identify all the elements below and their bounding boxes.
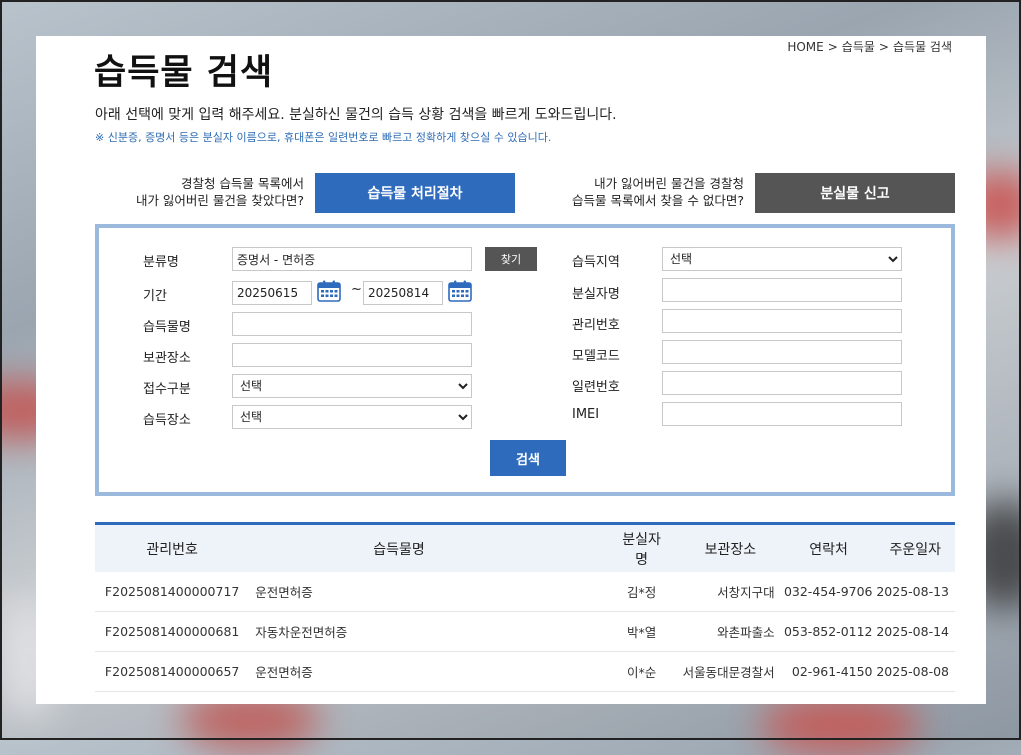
serial-number-label: 일련번호 [572, 380, 620, 395]
found-guide-text: 경찰청 습득물 목록에서 내가 잃어버린 물건을 찾았다면? [116, 175, 304, 209]
date-range-tilde: ~ [351, 282, 362, 297]
found-guide-line1: 경찰청 습득물 목록에서 [181, 176, 304, 191]
found-date-cell: 2025-08-14 [872, 611, 955, 652]
page-title: 습득물 검색 [94, 53, 274, 93]
contact-cell: 053-852-0112 [774, 611, 873, 652]
column-header: 주운일자 [889, 541, 941, 558]
management-number-cell[interactable]: F2025081400000657 [95, 651, 250, 692]
period-label: 기간 [143, 289, 167, 304]
table-row[interactable]: F2025081400000657 운전면허증 이*순 서울동대문경찰서 02-… [95, 651, 955, 692]
item-name-label: 습득물명 [143, 320, 191, 335]
item-name-cell[interactable]: 운전면허증 [249, 572, 617, 612]
loser-name-cell: 김*정 [616, 572, 667, 612]
breadcrumb-level2[interactable]: 습득물 검색 [893, 40, 952, 54]
reception-type-label: 접수구분 [143, 382, 191, 397]
breadcrumb-separator: > [827, 40, 838, 54]
storage-input[interactable] [232, 343, 472, 367]
breadcrumb-level1[interactable]: 습득물 [842, 40, 875, 54]
column-header: 보관장소 [704, 541, 757, 558]
breadcrumb: HOME > 습득물 > 습득물 검색 [785, 38, 954, 55]
calendar-icon[interactable] [317, 280, 341, 302]
breadcrumb-home[interactable]: HOME [787, 40, 823, 54]
search-button[interactable]: 검색 [490, 440, 566, 476]
column-header: 연락처 [809, 541, 848, 558]
found-place-select[interactable]: 선택 [232, 405, 472, 429]
category-input[interactable] [232, 247, 472, 271]
management-number-label: 관리번호 [572, 318, 620, 333]
item-name-input[interactable] [232, 312, 472, 336]
calendar-icon[interactable] [448, 280, 472, 302]
lost-guide-text: 내가 잃어버린 물건을 경찰청 습득물 목록에서 찾을 수 없다면? [536, 175, 744, 209]
bg-shape [760, 695, 920, 755]
region-select[interactable]: 선택 [662, 247, 902, 271]
results-table: 관리번호 습득물명 분실자명 보관장소 연락처 주운일자 F2025081400… [95, 522, 955, 692]
breadcrumb-separator: > [878, 40, 889, 54]
imei-label: IMEI [572, 407, 600, 422]
main-panel: HOME > 습득물 > 습득물 검색 습득물 검색 아래 선택에 맞게 입력 해주세요… [36, 36, 986, 704]
column-header: 습득물명 [373, 541, 425, 558]
imei-input[interactable] [662, 402, 902, 426]
loser-name-input[interactable] [662, 278, 902, 302]
date-to-input[interactable] [363, 281, 443, 305]
serial-number-input[interactable] [662, 371, 902, 395]
storage-label: 보관장소 [143, 351, 191, 366]
table-row[interactable]: F2025081400000717 운전면허증 김*정 서창지구대 032-45… [95, 572, 955, 612]
loser-name-cell: 박*열 [616, 611, 667, 652]
region-label: 습득지역 [572, 255, 620, 270]
found-guide-line2: 내가 잃어버린 물건을 찾았다면? [135, 193, 304, 208]
date-from-input[interactable] [232, 281, 312, 305]
item-name-cell[interactable]: 자동차운전면허증 [249, 611, 617, 652]
management-number-input[interactable] [662, 309, 902, 333]
category-label: 분류명 [143, 255, 179, 270]
table-row[interactable]: F2025081400000681 자동차운전면허증 박*열 와촌파출소 053… [95, 611, 955, 652]
found-procedure-button[interactable]: 습득물 처리절차 [315, 173, 515, 213]
lost-guide-line1: 내가 잃어버린 물건을 경찰청 [594, 176, 744, 191]
search-form: 분류명 찾기 기간 ~ 습득물명 보관장소 접수구분 선택 [95, 224, 955, 496]
management-number-cell[interactable]: F2025081400000717 [95, 572, 250, 612]
loser-name-label: 분실자명 [572, 287, 620, 302]
table-header-row: 관리번호 습득물명 분실자명 보관장소 연락처 주운일자 [95, 523, 955, 572]
lost-report-button[interactable]: 분실물 신고 [755, 173, 955, 213]
lost-guide-line2: 습득물 목록에서 찾을 수 없다면? [571, 193, 744, 208]
found-date-cell: 2025-08-13 [872, 572, 955, 612]
management-number-cell[interactable]: F2025081400000681 [95, 611, 250, 652]
item-name-cell[interactable]: 운전면허증 [249, 651, 617, 692]
reception-type-select[interactable]: 선택 [232, 374, 472, 398]
search-tip-note: ※ 신분증, 증명서 등은 분실자 이름으로, 휴대폰은 일련번호로 빠르고 정… [95, 131, 552, 144]
found-place-label: 습득장소 [143, 413, 191, 428]
contact-cell: 02-961-4150 [774, 651, 873, 692]
page-description: 아래 선택에 맞게 입력 해주세요. 분실하신 물건의 습득 상황 검색을 빠르… [95, 107, 617, 123]
column-header: 분실자명 [622, 531, 661, 568]
found-date-cell: 2025-08-08 [872, 651, 955, 692]
storage-place-cell: 서창지구대 [666, 572, 775, 612]
find-category-button[interactable]: 찾기 [485, 247, 537, 271]
storage-place-cell: 서울동대문경찰서 [666, 651, 775, 692]
loser-name-cell: 이*순 [616, 651, 667, 692]
storage-place-cell: 와촌파출소 [666, 611, 775, 652]
column-header: 관리번호 [146, 541, 198, 558]
contact-cell: 032-454-9706 [774, 572, 873, 612]
model-code-label: 모델코드 [572, 349, 620, 364]
model-code-input[interactable] [662, 340, 902, 364]
